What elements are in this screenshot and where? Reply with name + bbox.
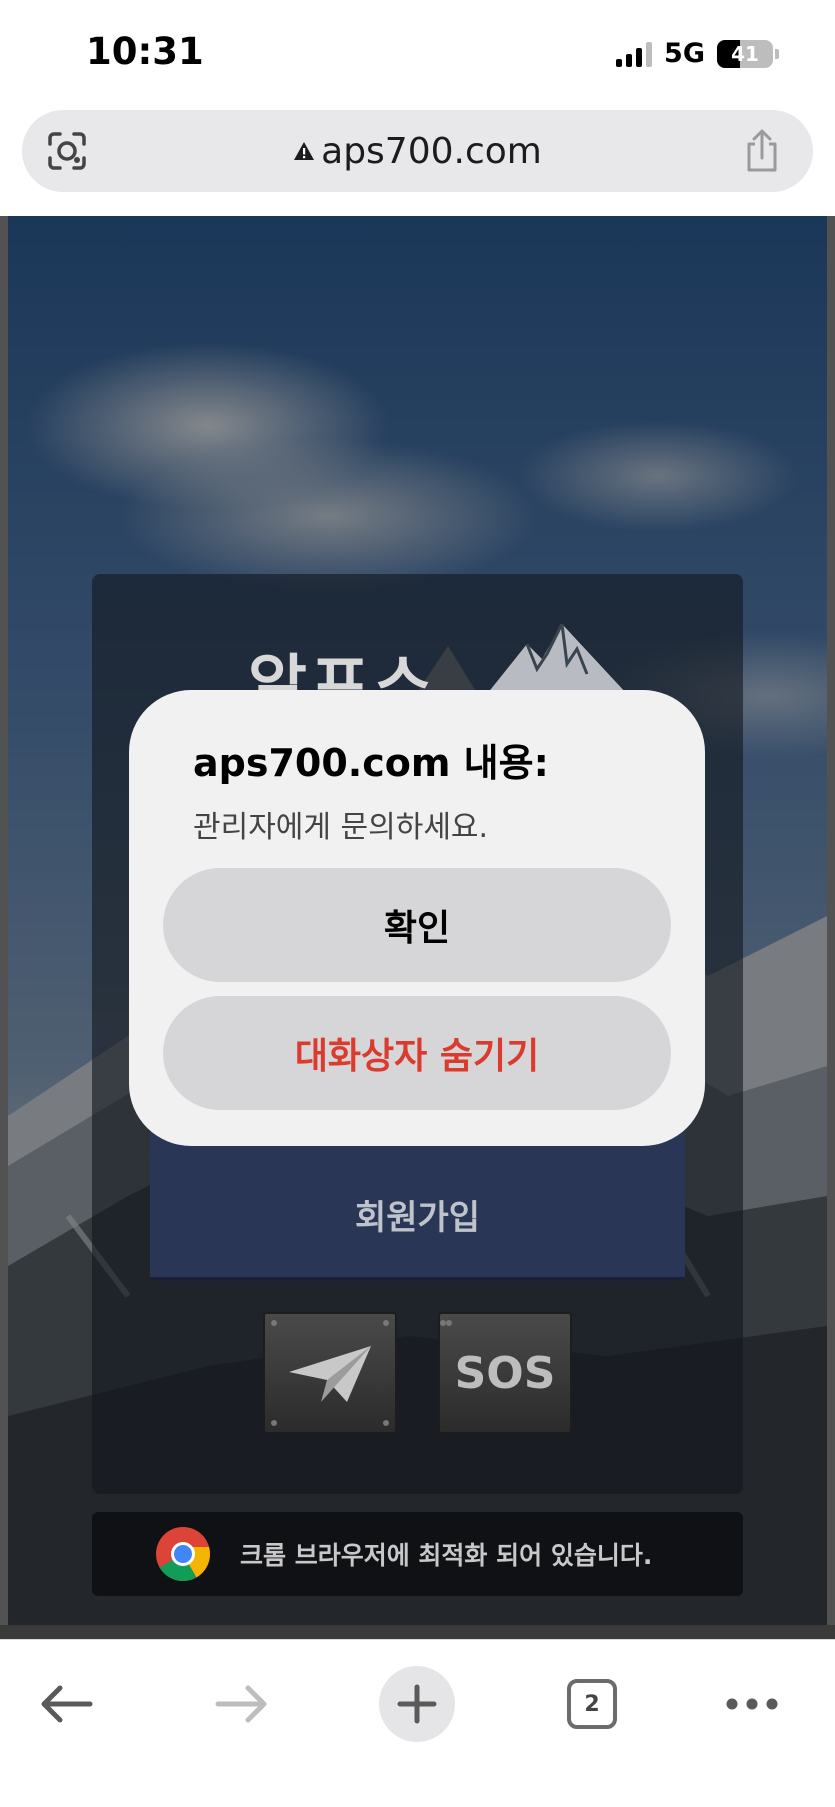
rivet	[383, 1320, 389, 1326]
join-button[interactable]: 회원가입	[150, 1151, 685, 1281]
status-time: 10:31	[86, 30, 204, 73]
warning-icon	[294, 142, 315, 160]
page-bottom-strip	[0, 1625, 835, 1639]
telegram-icon	[289, 1346, 371, 1402]
status-bar: 10:31 5G 41	[0, 0, 835, 108]
url-text: aps700.com	[321, 130, 542, 172]
network-type: 5G	[664, 38, 705, 69]
rivet	[271, 1420, 277, 1426]
forward-button[interactable]	[206, 1668, 278, 1740]
browser-toolbar: 2	[0, 1639, 835, 1807]
mountain-logo-icon	[487, 624, 627, 694]
battery-cap	[775, 48, 779, 59]
address-bar[interactable]: aps700.com	[22, 110, 813, 192]
sos-label: SOS	[454, 1347, 556, 1399]
telegram-button[interactable]	[263, 1312, 397, 1434]
battery-icon: 41	[717, 39, 773, 68]
sos-button[interactable]: SOS	[438, 1312, 572, 1434]
more-icon	[726, 1698, 778, 1710]
more-menu-button[interactable]	[720, 1668, 784, 1740]
share-icon[interactable]	[741, 128, 783, 174]
chrome-logo-icon	[156, 1527, 210, 1582]
rivet	[383, 1420, 389, 1426]
new-tab-button[interactable]	[379, 1666, 455, 1742]
ok-button[interactable]: 확인	[163, 868, 671, 982]
tab-switcher-button[interactable]: 2	[562, 1668, 622, 1740]
chrome-notice-bar: 크롬 브라우저에 최적화 되어 있습니다.	[92, 1512, 743, 1596]
dialog-title: aps700.com 내용:	[193, 741, 549, 785]
join-button-label: 회원가입	[354, 1197, 481, 1238]
tab-count: 2	[584, 1691, 600, 1717]
tabs-icon: 2	[567, 1679, 617, 1729]
status-indicators: 5G 41	[616, 38, 779, 69]
dialog-message: 관리자에게 문의하세요.	[193, 810, 489, 845]
rivet	[271, 1320, 277, 1326]
back-arrow-icon	[41, 1685, 93, 1723]
plus-icon	[397, 1684, 437, 1724]
suppress-dialogs-button[interactable]: 대화상자 숨기기	[163, 996, 671, 1110]
forward-arrow-icon	[215, 1685, 267, 1723]
signal-icon	[616, 41, 653, 67]
back-button[interactable]	[30, 1668, 102, 1740]
battery-level: 41	[731, 41, 759, 66]
alert-dialog: aps700.com 내용: 관리자에게 문의하세요. 확인 대화상자 숨기기	[129, 690, 705, 1146]
url-display[interactable]: aps700.com	[22, 110, 813, 192]
chrome-notice-text: 크롬 브라우저에 최적화 되어 있습니다.	[240, 1541, 653, 1570]
